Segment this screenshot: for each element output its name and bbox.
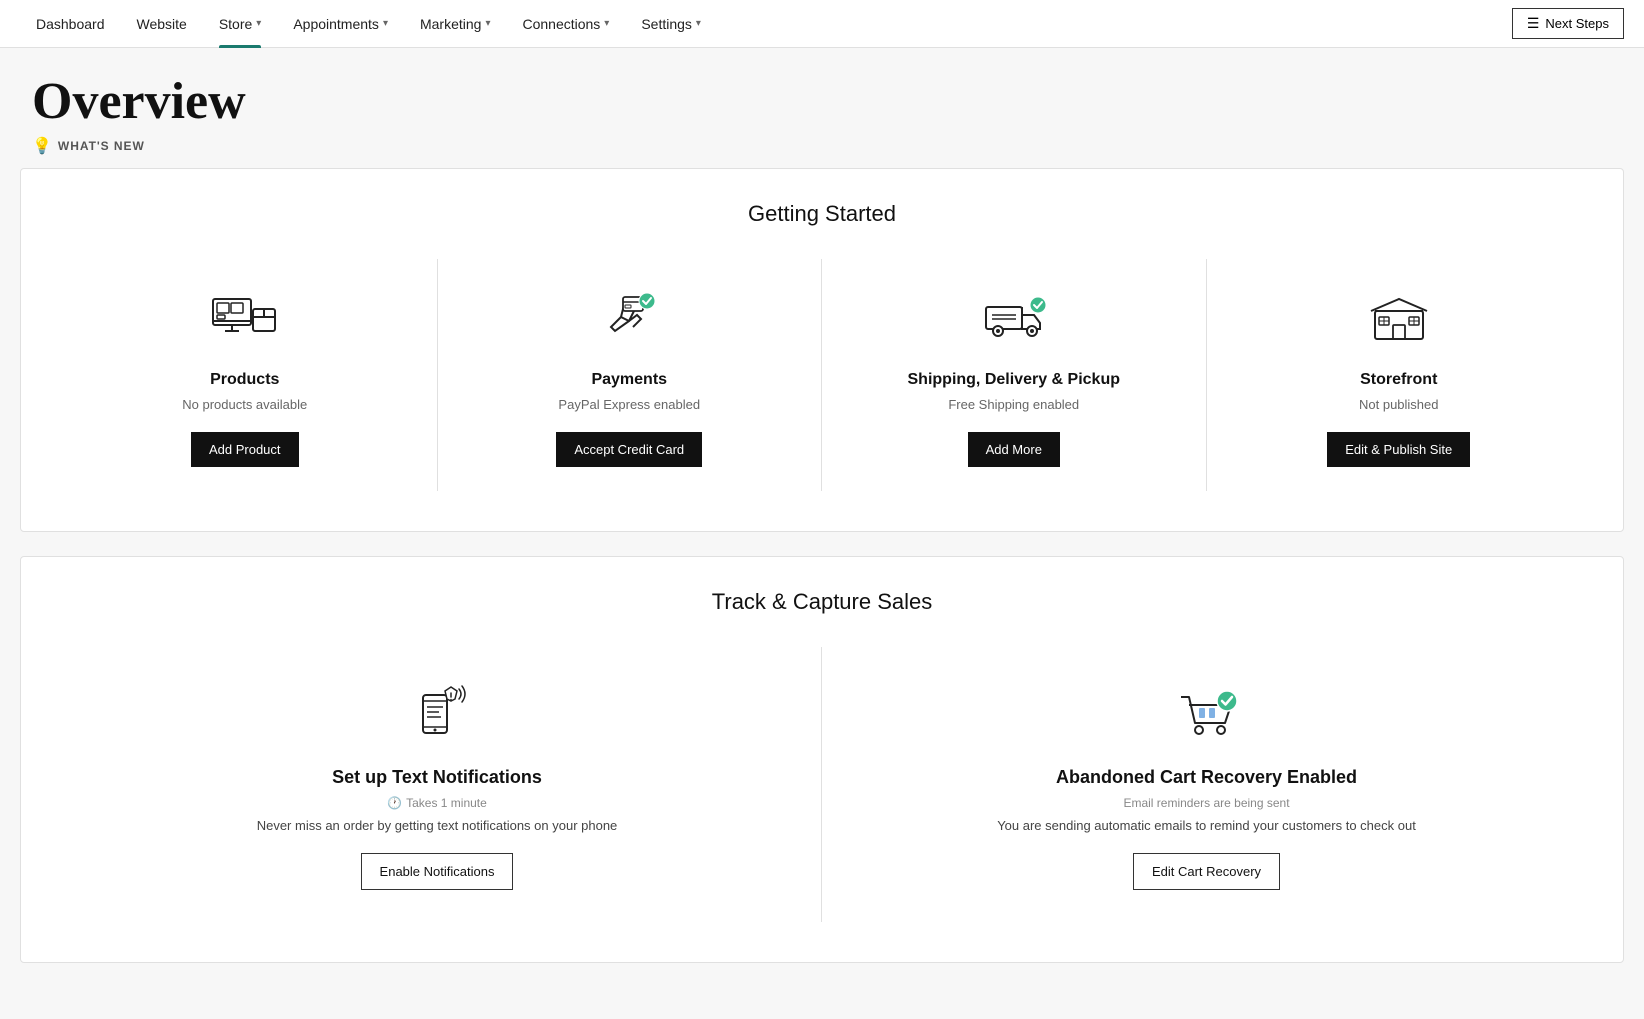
next-steps-button[interactable]: ☰ Next Steps — [1512, 8, 1624, 39]
whats-new-label: WHAT'S NEW — [58, 139, 145, 153]
nav-items: Dashboard Website Store ▾ Appointments ▾… — [20, 0, 1512, 48]
payments-card: Payments PayPal Express enabled Accept C… — [438, 259, 823, 491]
cart-recovery-card-subtitle: Email reminders are being sent — [1123, 796, 1289, 810]
notifications-card-desc: Never miss an order by getting text noti… — [257, 818, 618, 833]
nav-item-appointments[interactable]: Appointments ▾ — [277, 0, 404, 48]
cart-recovery-icon — [1171, 679, 1243, 751]
cart-recovery-card-title: Abandoned Cart Recovery Enabled — [1056, 767, 1357, 788]
shipping-card-subtitle: Free Shipping enabled — [948, 397, 1079, 412]
getting-started-section: Getting Started — [20, 168, 1624, 532]
add-more-button[interactable]: Add More — [968, 432, 1060, 467]
chevron-down-icon: ▾ — [256, 18, 261, 29]
payments-icon — [593, 283, 665, 355]
getting-started-title: Getting Started — [53, 201, 1591, 227]
products-card: Products No products available Add Produ… — [53, 259, 438, 491]
storefront-card-subtitle: Not published — [1359, 397, 1439, 412]
payments-card-subtitle: PayPal Express enabled — [558, 397, 700, 412]
notifications-card-time: 🕐 Takes 1 minute — [387, 796, 487, 810]
nav-item-connections[interactable]: Connections ▾ — [506, 0, 625, 48]
nav-item-website[interactable]: Website — [121, 0, 203, 48]
chevron-down-icon: ▾ — [696, 18, 701, 29]
chevron-down-icon: ▾ — [604, 18, 609, 29]
list-icon: ☰ — [1527, 15, 1540, 32]
shipping-card: Shipping, Delivery & Pickup Free Shippin… — [822, 259, 1207, 491]
bulb-icon: 💡 — [32, 136, 52, 156]
page-title: Overview — [32, 76, 1612, 128]
edit-cart-recovery-button[interactable]: Edit Cart Recovery — [1133, 853, 1280, 890]
nav-item-dashboard[interactable]: Dashboard — [20, 0, 121, 48]
storefront-card: Storefront Not published Edit & Publish … — [1207, 259, 1592, 491]
nav-item-marketing[interactable]: Marketing ▾ — [404, 0, 507, 48]
cart-recovery-card-desc: You are sending automatic emails to remi… — [997, 818, 1416, 833]
clock-icon: 🕐 — [387, 796, 402, 810]
chevron-down-icon: ▾ — [485, 18, 490, 29]
nav-item-settings[interactable]: Settings ▾ — [625, 0, 717, 48]
track-capture-grid: Set up Text Notifications 🕐 Takes 1 minu… — [53, 647, 1591, 922]
notifications-card: Set up Text Notifications 🕐 Takes 1 minu… — [53, 647, 822, 922]
payments-card-title: Payments — [591, 371, 667, 389]
accept-credit-card-button[interactable]: Accept Credit Card — [556, 432, 702, 467]
storefront-icon — [1363, 283, 1435, 355]
products-card-subtitle: No products available — [182, 397, 307, 412]
storefront-card-title: Storefront — [1360, 371, 1437, 389]
main-nav: Dashboard Website Store ▾ Appointments ▾… — [0, 0, 1644, 48]
track-capture-title: Track & Capture Sales — [53, 589, 1591, 615]
products-card-title: Products — [210, 371, 279, 389]
main-content: Getting Started — [0, 168, 1644, 1019]
products-icon — [209, 283, 281, 355]
chevron-down-icon: ▾ — [383, 18, 388, 29]
edit-publish-site-button[interactable]: Edit & Publish Site — [1327, 432, 1470, 467]
notifications-card-title: Set up Text Notifications — [332, 767, 542, 788]
shipping-icon — [978, 283, 1050, 355]
page-header: Overview 💡 WHAT'S NEW — [0, 48, 1644, 168]
shipping-card-title: Shipping, Delivery & Pickup — [908, 371, 1121, 389]
add-product-button[interactable]: Add Product — [191, 432, 299, 467]
track-capture-section: Track & Capture Sales — [20, 556, 1624, 963]
getting-started-grid: Products No products available Add Produ… — [53, 259, 1591, 491]
notifications-icon — [401, 679, 473, 751]
cart-recovery-card: Abandoned Cart Recovery Enabled Email re… — [822, 647, 1591, 922]
nav-item-store[interactable]: Store ▾ — [203, 0, 278, 48]
enable-notifications-button[interactable]: Enable Notifications — [361, 853, 514, 890]
whats-new-link[interactable]: 💡 WHAT'S NEW — [32, 136, 1612, 156]
